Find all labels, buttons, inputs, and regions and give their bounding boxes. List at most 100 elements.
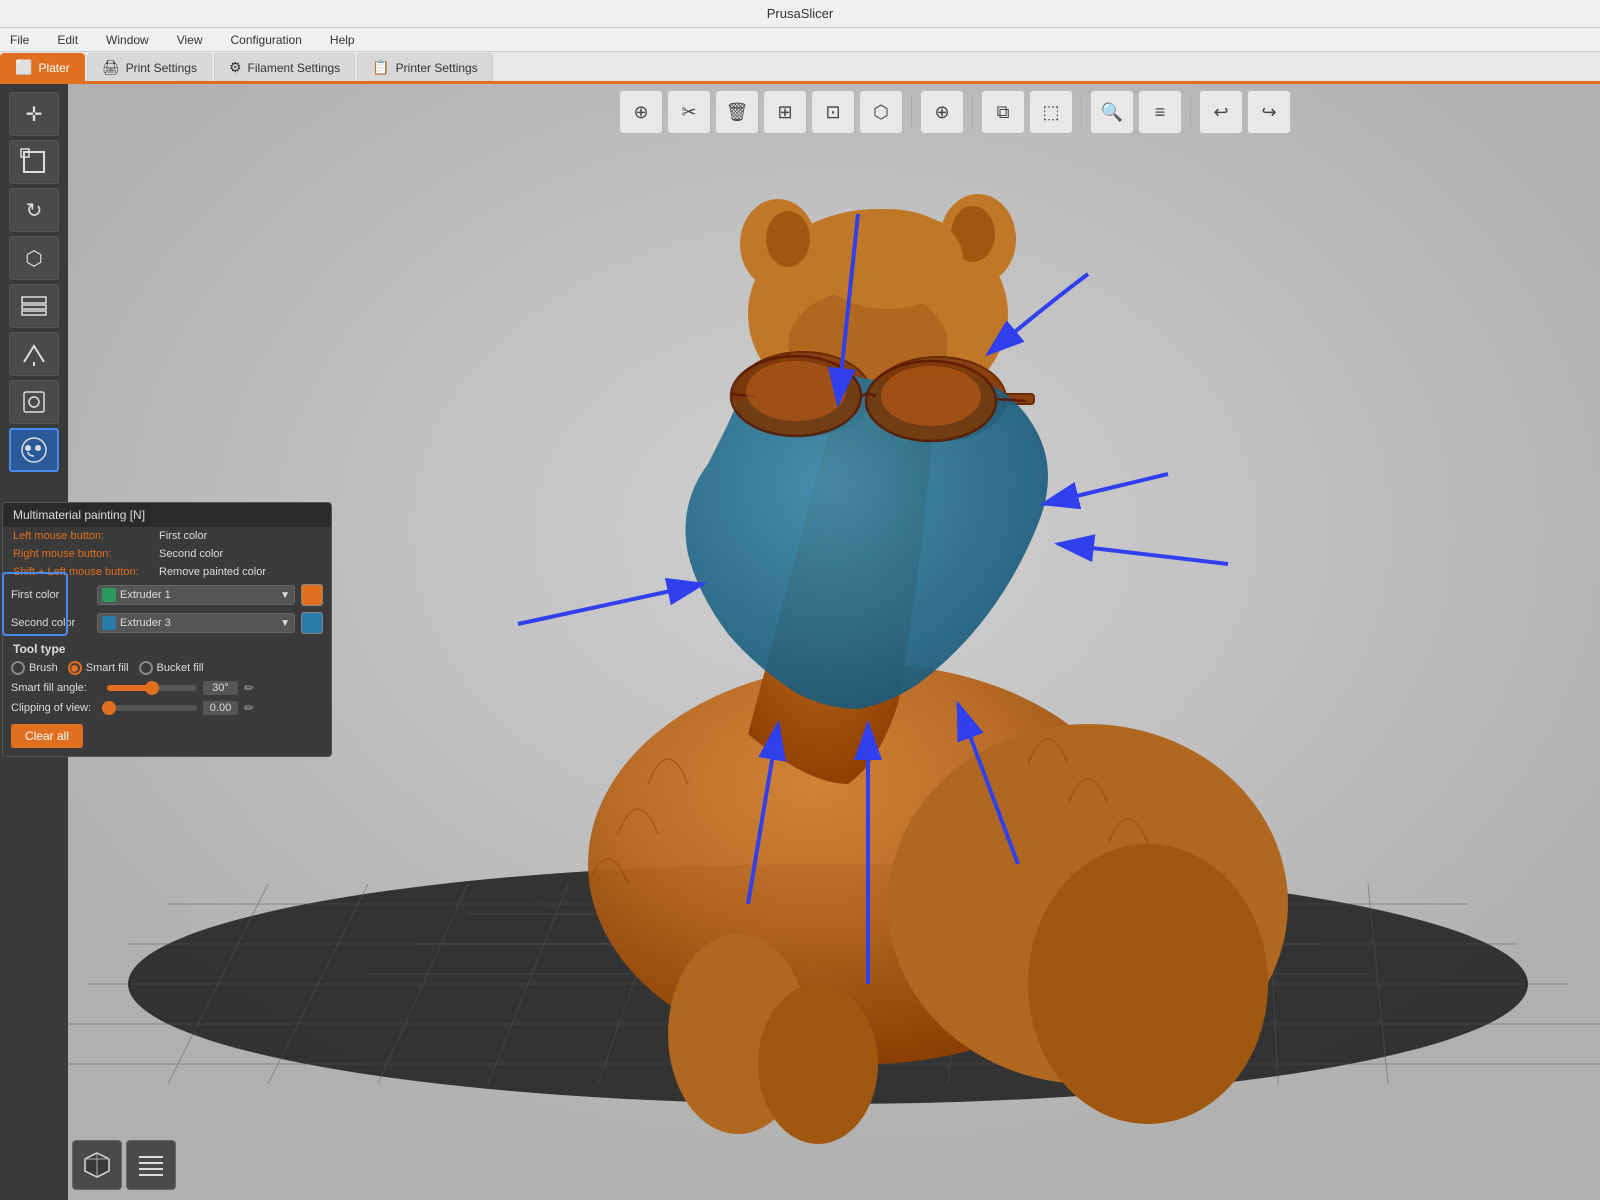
- radio-smart-fill[interactable]: Smart fill: [68, 661, 129, 675]
- toolbar: ⊕ ✂ 🗑 ⊞ ⊡ ⬡ ⊕ ⧉ ⬚ 🔍 ≡ ↩ ↪: [310, 84, 1600, 140]
- tab-plater-label: Plater: [38, 61, 69, 75]
- toolbar-deleteall[interactable]: 🗑: [715, 90, 759, 134]
- menu-configuration[interactable]: Configuration: [225, 31, 308, 49]
- binding-left-mouse: Left mouse button: First color: [3, 527, 331, 545]
- bottom-layers-view[interactable]: [126, 1140, 176, 1190]
- second-color-dot: [102, 616, 116, 630]
- second-extruder-arrow: ▼: [280, 618, 290, 629]
- smart-fill-angle-edit[interactable]: ✏: [244, 681, 254, 695]
- second-color-row: Second color Extruder 3 ▼: [3, 609, 331, 637]
- tool-layers[interactable]: [9, 284, 59, 328]
- toolbar-sep3: [1081, 97, 1082, 127]
- tab-printer[interactable]: 📋 Printer Settings: [357, 53, 492, 81]
- first-extruder-select[interactable]: Extruder 1 ▼: [97, 585, 295, 605]
- toolbar-add[interactable]: ⊕: [619, 90, 663, 134]
- smart-fill-angle-thumb: [145, 681, 159, 695]
- radio-bucket-fill[interactable]: Bucket fill: [139, 661, 204, 675]
- second-extruder-name: Extruder 3: [120, 617, 171, 629]
- clear-all-button[interactable]: Clear all: [11, 724, 83, 748]
- tab-print-label: Print Settings: [126, 61, 197, 75]
- shift-left-value: Remove painted color: [159, 566, 266, 578]
- clipping-thumb: [102, 701, 116, 715]
- filament-icon: ⚙: [229, 59, 242, 76]
- radio-brush-circle: [11, 661, 25, 675]
- toolbar-arrange[interactable]: ⊞: [763, 90, 807, 134]
- first-color-dot: [102, 588, 116, 602]
- bottom-tools: [72, 1140, 176, 1190]
- paint-panel: Multimaterial painting [N] Left mouse bu…: [2, 502, 332, 757]
- tab-plater[interactable]: ⬜ Plater: [0, 53, 85, 81]
- tab-print[interactable]: 🖨 Print Settings: [87, 53, 212, 81]
- toolbar-search[interactable]: 🔍: [1090, 90, 1134, 134]
- titlebar: PrusaSlicer: [0, 0, 1600, 28]
- menu-edit[interactable]: Edit: [51, 31, 84, 49]
- smart-fill-angle-row: Smart fill angle: 30° ✏: [3, 678, 331, 698]
- paint-panel-title: Multimaterial painting [N]: [3, 503, 331, 527]
- tool-supports[interactable]: [9, 332, 59, 376]
- tool-type-options: Brush Smart fill Bucket fill: [3, 658, 331, 678]
- left-mouse-value: First color: [159, 530, 207, 542]
- toolbar-undo[interactable]: ↩: [1199, 90, 1243, 134]
- smart-fill-angle-label: Smart fill angle:: [11, 682, 101, 694]
- right-mouse-label: Right mouse button:: [13, 548, 153, 560]
- second-extruder-select[interactable]: Extruder 3 ▼: [97, 613, 295, 633]
- menu-help[interactable]: Help: [324, 31, 361, 49]
- menubar: File Edit Window View Configuration Help: [0, 28, 1600, 52]
- tool-rotate[interactable]: ↻: [9, 188, 59, 232]
- toolbar-sep2: [972, 97, 973, 127]
- left-mouse-label: Left mouse button:: [13, 530, 153, 542]
- toolbar-sep1: [911, 97, 912, 127]
- toolbar-center[interactable]: ⊕: [920, 90, 964, 134]
- smart-fill-angle-slider[interactable]: [107, 685, 197, 691]
- second-color-swatch[interactable]: [301, 612, 323, 634]
- toolbar-redo[interactable]: ↪: [1247, 90, 1291, 134]
- radio-smart-fill-circle: [68, 661, 82, 675]
- clipping-slider[interactable]: [107, 705, 197, 711]
- bottom-3d-view[interactable]: [72, 1140, 122, 1190]
- app-title: PrusaSlicer: [767, 6, 833, 21]
- printer-icon: 📋: [372, 59, 389, 76]
- binding-right-mouse: Right mouse button: Second color: [3, 545, 331, 563]
- toolbar-sep4: [1190, 97, 1191, 127]
- toolbar-layers[interactable]: ≡: [1138, 90, 1182, 134]
- print-icon: 🖨: [102, 59, 120, 76]
- plater-icon: ⬜: [15, 59, 32, 76]
- toolbar-split[interactable]: ⧉: [981, 90, 1025, 134]
- shift-left-label: Shift + Left mouse button:: [13, 566, 153, 578]
- menu-view[interactable]: View: [171, 31, 209, 49]
- smart-fill-angle-value: 30°: [203, 681, 238, 695]
- tool-mirror[interactable]: ⬡: [9, 236, 59, 280]
- toolbar-paste[interactable]: ⬡: [859, 90, 903, 134]
- first-color-row: First color Extruder 1 ▼: [3, 581, 331, 609]
- radio-bucket-fill-circle: [139, 661, 153, 675]
- radio-brush-label: Brush: [29, 662, 58, 674]
- clipping-row: Clipping of view: 0.00 ✏: [3, 698, 331, 718]
- menu-file[interactable]: File: [4, 31, 35, 49]
- radio-bucket-fill-label: Bucket fill: [157, 662, 204, 674]
- tab-printer-label: Printer Settings: [396, 61, 478, 75]
- tabbar: ⬜ Plater 🖨 Print Settings ⚙ Filament Set…: [0, 52, 1600, 84]
- tool-type-label: Tool type: [3, 637, 331, 658]
- radio-smart-fill-label: Smart fill: [86, 662, 129, 674]
- first-extruder-name: Extruder 1: [120, 589, 171, 601]
- tool-paint[interactable]: [9, 428, 59, 472]
- radio-brush[interactable]: Brush: [11, 661, 58, 675]
- first-color-label: First color: [11, 589, 91, 601]
- toolbar-select[interactable]: ✂: [667, 90, 711, 134]
- first-extruder-arrow: ▼: [280, 590, 290, 601]
- tab-filament[interactable]: ⚙ Filament Settings: [214, 53, 355, 81]
- tool-move[interactable]: ✛: [9, 92, 59, 136]
- binding-shift-left: Shift + Left mouse button: Remove painte…: [3, 563, 331, 581]
- toolbar-cut[interactable]: ⬚: [1029, 90, 1073, 134]
- clipping-label: Clipping of view:: [11, 702, 101, 714]
- first-color-swatch[interactable]: [301, 584, 323, 606]
- menu-window[interactable]: Window: [100, 31, 155, 49]
- tab-filament-label: Filament Settings: [248, 61, 341, 75]
- clipping-edit[interactable]: ✏: [244, 701, 254, 715]
- right-mouse-value: Second color: [159, 548, 223, 560]
- tool-scale[interactable]: [9, 140, 59, 184]
- toolbar-copy[interactable]: ⊡: [811, 90, 855, 134]
- second-color-label: Second color: [11, 617, 91, 629]
- tool-seam[interactable]: [9, 380, 59, 424]
- clipping-value: 0.00: [203, 701, 238, 715]
